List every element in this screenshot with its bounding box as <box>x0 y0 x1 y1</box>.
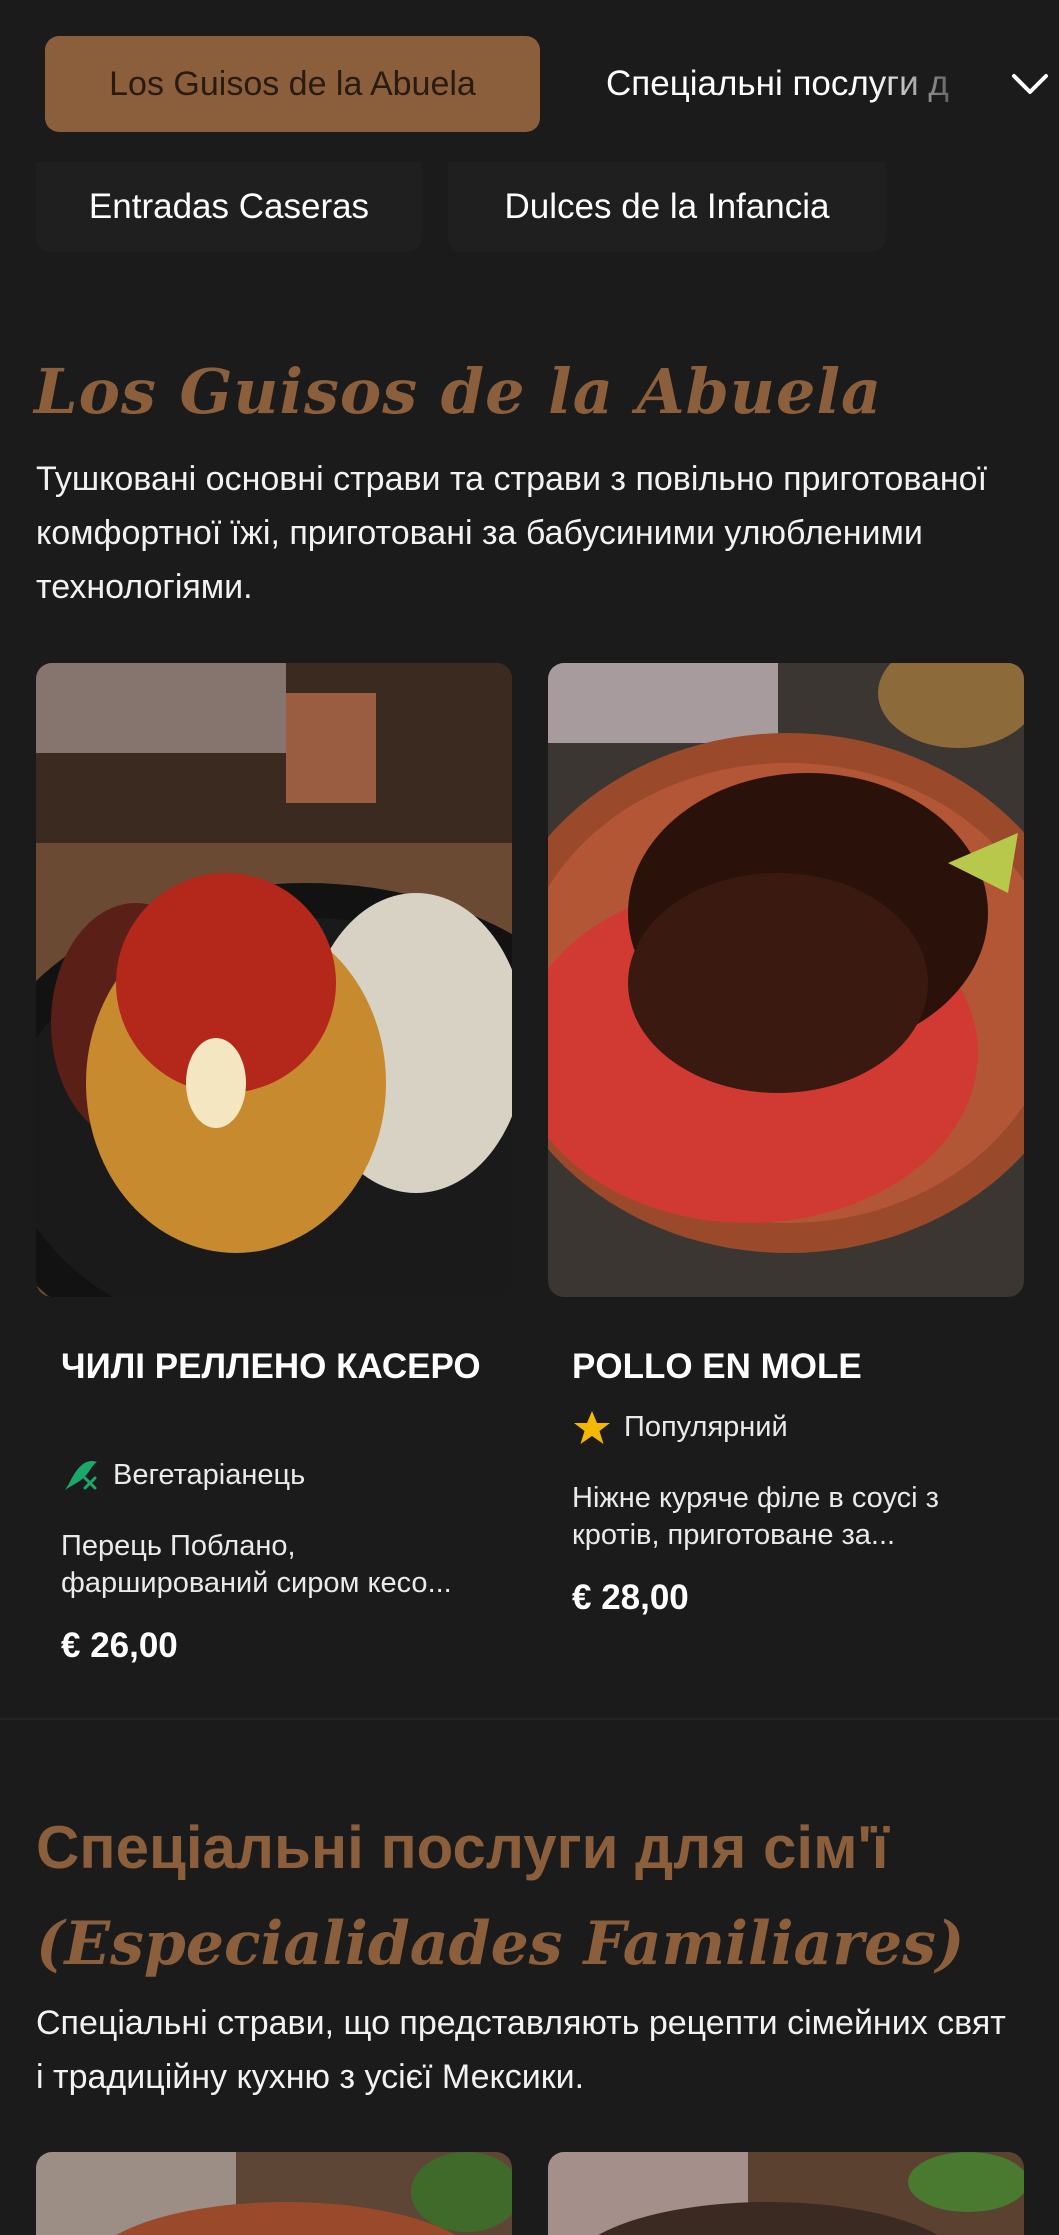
section-title: Спеціальні послуги для сім'ї (Especialid… <box>36 1800 1036 1992</box>
dish-price: € 28,00 <box>572 1578 689 1617</box>
section-description: Спеціальні страви, що представляють реце… <box>36 2004 1006 2096</box>
dish-image[interactable] <box>548 2152 1024 2235</box>
tag-label: Популярний <box>624 1410 788 1443</box>
chevron-down-icon[interactable] <box>1008 64 1052 104</box>
vegetarian-tag: Вегетаріанець <box>61 1456 305 1494</box>
dish-price: € 26,00 <box>61 1626 178 1665</box>
category-bar: Los Guisos de la Abuela Спеціальні послу… <box>0 0 1059 165</box>
vegetarian-icon <box>65 1460 97 1490</box>
section-title-script: (Especialidades Familiares) <box>36 1909 965 1979</box>
dish-image-chili-relleno[interactable] <box>36 663 512 1297</box>
dish-description: Ніжне куряче філе в соусі з кротів, приг… <box>572 1482 939 1551</box>
section-title: Los Guisos de la Abuela <box>34 355 883 428</box>
dish-title[interactable]: POLLO EN MOLE <box>572 1343 1012 1391</box>
subcategory-tab-dulces[interactable]: Dulces de la Infancia <box>448 162 886 252</box>
dish-image-pollo-mole[interactable] <box>548 663 1024 1297</box>
star-icon <box>574 1411 610 1444</box>
popular-tag: Популярний <box>572 1408 788 1446</box>
subcategory-tab-entradas[interactable]: Entradas Caseras <box>36 162 422 252</box>
category-tab-next[interactable]: Спеціальні послуги д <box>606 36 986 132</box>
section-description: Тушковані основні страви та страви з пов… <box>36 460 988 606</box>
dish-description: Перець Поблано, фарширований сиром кесо.… <box>61 1530 452 1599</box>
dish-image[interactable] <box>36 2152 512 2235</box>
dish-title[interactable]: ЧИЛІ РЕЛЛЕНО КАСЕРО <box>61 1343 501 1391</box>
category-tab-active[interactable]: Los Guisos de la Abuela <box>45 36 540 132</box>
section-title-main: Спеціальні послуги для сім'ї <box>36 1814 889 1881</box>
section-divider <box>0 1718 1059 1720</box>
tag-label: Вегетаріанець <box>113 1458 306 1491</box>
